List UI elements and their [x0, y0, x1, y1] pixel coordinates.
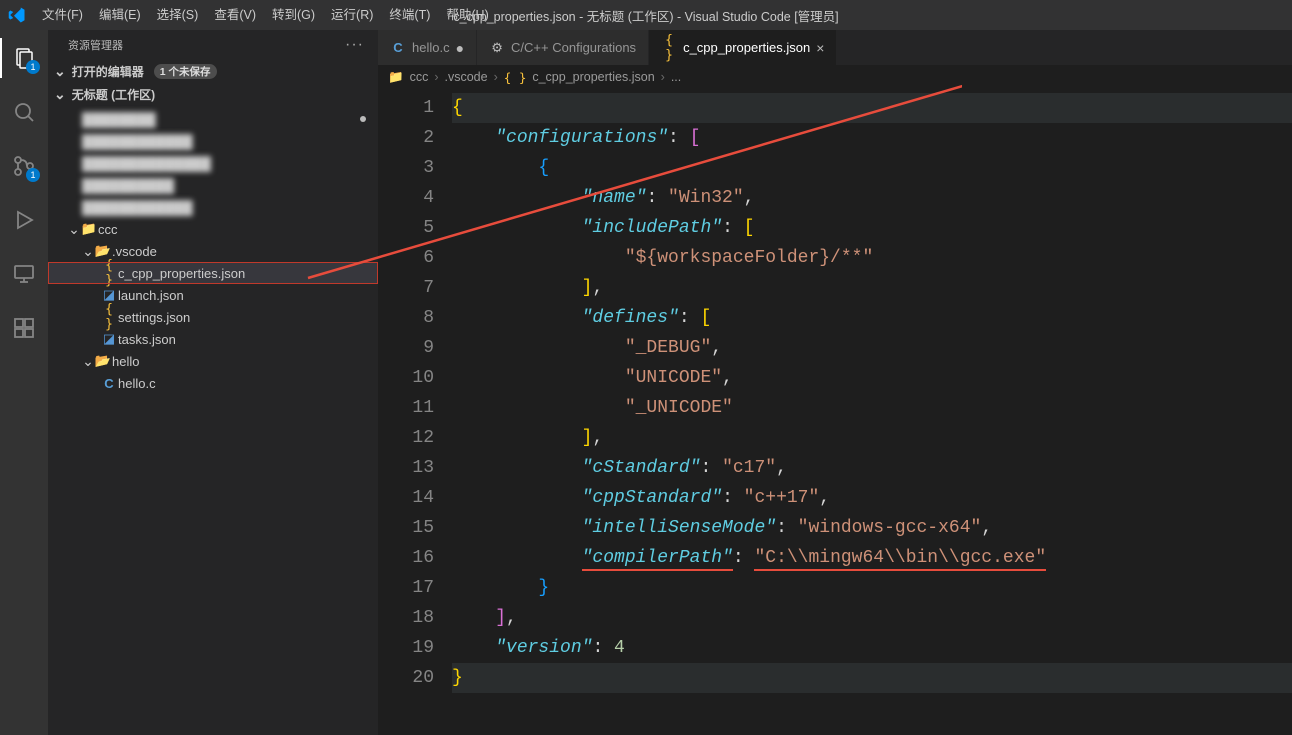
menu-terminal[interactable]: 终端(T) [381, 0, 438, 30]
window-title: c_cpp_properties.json - 无标题 (工作区) - Visu… [453, 6, 838, 25]
menu-edit[interactable]: 编辑(E) [91, 0, 149, 30]
menu-select[interactable]: 选择(S) [149, 0, 207, 30]
menu-run[interactable]: 运行(R) [323, 0, 381, 30]
activity-explorer[interactable]: 1 [0, 38, 48, 78]
activity-remote[interactable] [0, 254, 48, 294]
unsaved-badge: 1 个未保存 [154, 64, 217, 79]
chevron-down-icon: ⌄ [82, 353, 94, 370]
workspace-label: 无标题 (工作区) [72, 86, 155, 103]
json-icon: { } [661, 33, 677, 63]
editor-group: C hello.c ● ⚙ C/C++ Configurations { } c… [378, 30, 1292, 735]
folder-icon: 📁 [80, 221, 98, 237]
tab-bar: C hello.c ● ⚙ C/C++ Configurations { } c… [378, 30, 1292, 65]
breadcrumb[interactable]: 📁 ccc› .vscode› { } c_cpp_properties.jso… [378, 65, 1292, 89]
tab-cpp-config[interactable]: ⚙ C/C++ Configurations [477, 30, 649, 65]
vscode-logo-icon [8, 6, 26, 24]
badge-explorer: 1 [26, 60, 40, 74]
tree-folder-ccc[interactable]: ⌄ 📁 ccc [48, 218, 378, 240]
tree-file-tasks[interactable]: ◪ tasks.json [48, 328, 378, 350]
line-numbers: 1234567891011121314151617181920 [378, 89, 452, 735]
code-area[interactable]: { "configurations": [ { "name": "Win32",… [452, 89, 1292, 735]
folder-icon: 📁 [388, 70, 404, 85]
close-icon[interactable]: × [816, 40, 824, 56]
chevron-down-icon: ⌄ [82, 243, 94, 260]
tree-row[interactable]: ████████████ [48, 130, 378, 152]
activity-search[interactable] [0, 92, 48, 132]
vscode-icon: ◪ [100, 331, 118, 347]
folder-icon: 📂 [94, 243, 112, 259]
tab-hello-c[interactable]: C hello.c ● [378, 30, 477, 65]
tree-row[interactable]: ██████████ [48, 174, 378, 196]
circle-icon[interactable]: ● [456, 40, 464, 56]
tab-cpp-properties[interactable]: { } c_cpp_properties.json × [649, 30, 837, 65]
file-tree: ████████ ████████████ ██████████████ ███… [48, 106, 378, 394]
activity-debug[interactable] [0, 200, 48, 240]
open-editors-label: 打开的编辑器 [72, 63, 144, 80]
tree-row[interactable]: ████████ [48, 108, 378, 130]
tree-folder-hello[interactable]: ⌄ 📂 hello [48, 350, 378, 372]
tree-file-launch[interactable]: ◪ launch.json [48, 284, 378, 306]
tree-row[interactable]: ████████████ [48, 196, 378, 218]
menu-file[interactable]: 文件(F) [34, 0, 91, 30]
tree-folder-vscode[interactable]: ⌄ 📂 .vscode [48, 240, 378, 262]
activity-bar: 1 1 [0, 30, 48, 735]
sidebar-header: 资源管理器 ··· [48, 30, 378, 60]
json-icon: { } [504, 70, 527, 85]
section-open-editors[interactable]: 打开的编辑器 1 个未保存 [48, 60, 378, 83]
tree-row[interactable]: ██████████████ [48, 152, 378, 174]
activity-extensions[interactable] [0, 308, 48, 348]
tree-file-settings[interactable]: { } settings.json [48, 306, 378, 328]
folder-icon: 📂 [94, 353, 112, 369]
vscode-icon: ◪ [100, 287, 118, 303]
c-file-icon: C [100, 376, 118, 391]
tree-file-hello-c[interactable]: C hello.c [48, 372, 378, 394]
gear-icon: ⚙ [489, 40, 505, 56]
tree-file-cpp-properties[interactable]: { } c_cpp_properties.json [48, 262, 378, 284]
sidebar-title: 资源管理器 [68, 37, 123, 53]
menu-view[interactable]: 查看(V) [206, 0, 264, 30]
badge-scm: 1 [26, 168, 40, 182]
modified-dot-icon [360, 116, 366, 122]
c-file-icon: C [390, 40, 406, 55]
editor-body[interactable]: 1234567891011121314151617181920 { "confi… [378, 89, 1292, 735]
activity-scm[interactable]: 1 [0, 146, 48, 186]
sidebar: 资源管理器 ··· 打开的编辑器 1 个未保存 无标题 (工作区) ██████… [48, 30, 378, 735]
sidebar-more-icon[interactable]: ··· [345, 36, 364, 54]
menu-goto[interactable]: 转到(G) [264, 0, 323, 30]
menubar: 文件(F) 编辑(E) 选择(S) 查看(V) 转到(G) 运行(R) 终端(T… [0, 0, 1292, 30]
section-workspace[interactable]: 无标题 (工作区) [48, 83, 378, 106]
chevron-down-icon: ⌄ [68, 221, 80, 238]
